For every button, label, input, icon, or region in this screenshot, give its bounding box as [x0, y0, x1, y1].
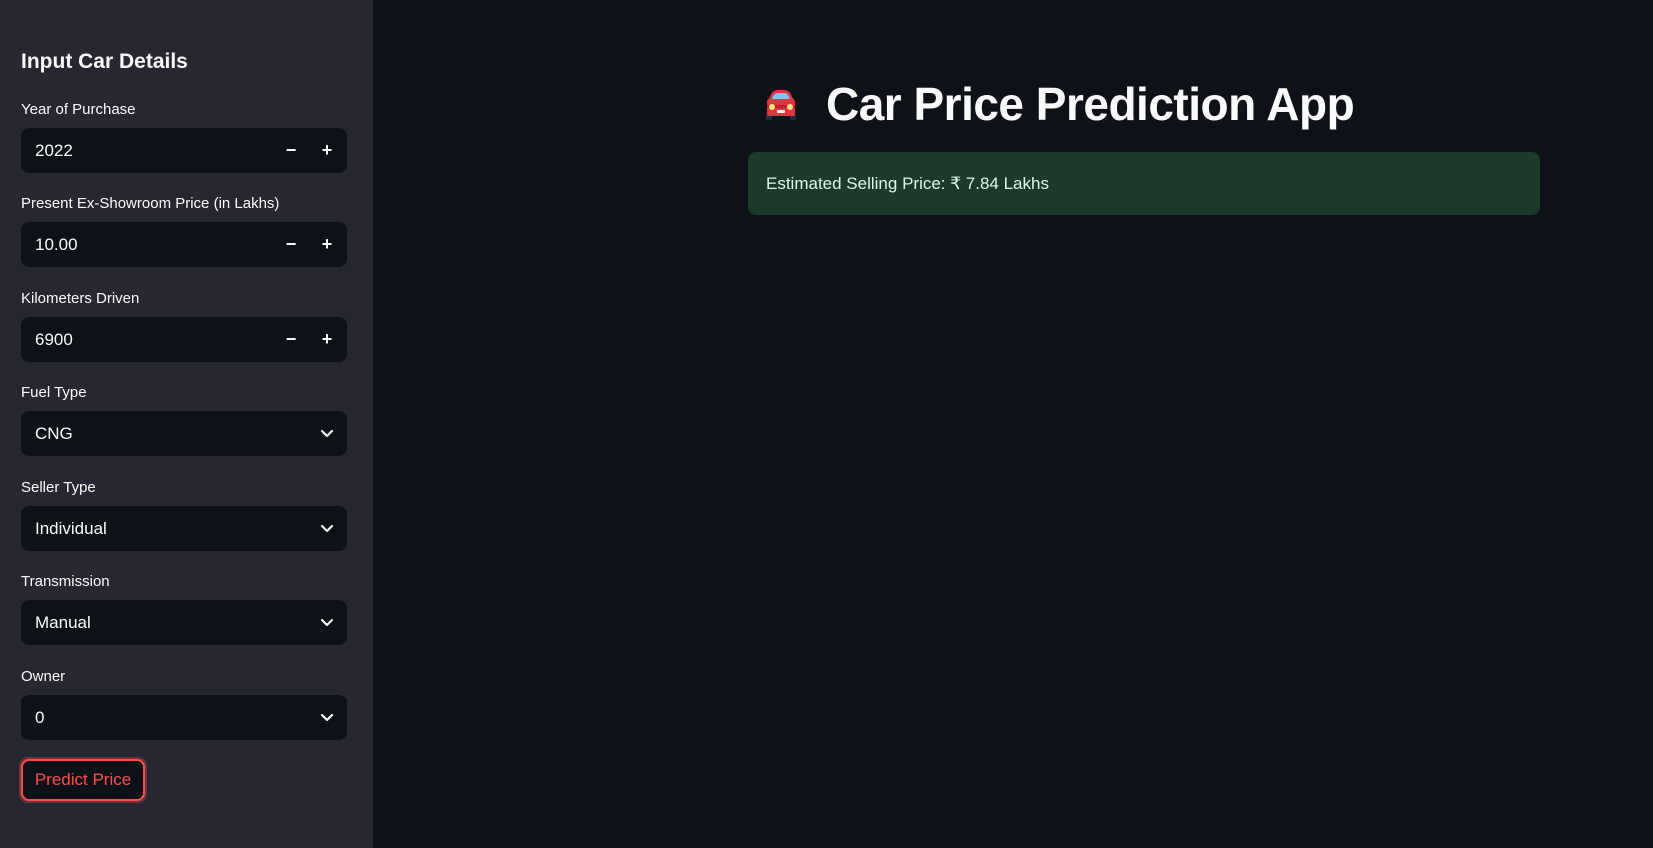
- seller-selected-value: Individual: [35, 518, 107, 538]
- km-increment-button[interactable]: +: [309, 317, 345, 362]
- seller-select[interactable]: Individual: [21, 506, 347, 551]
- km-label: Kilometers Driven: [21, 290, 140, 307]
- predict-price-button[interactable]: Predict Price: [21, 759, 145, 801]
- km-decrement-button[interactable]: −: [273, 317, 309, 362]
- transmission-field: Transmission Manual: [21, 572, 347, 645]
- km-stepper: 6900 − +: [21, 317, 347, 362]
- owner-label: Owner: [21, 668, 66, 685]
- year-stepper: 2022 − +: [21, 128, 347, 173]
- car-icon: [760, 83, 802, 125]
- price-label: Present Ex-Showroom Price (in Lakhs): [21, 195, 280, 212]
- transmission-label: Transmission: [21, 573, 110, 590]
- year-increment-button[interactable]: +: [309, 128, 345, 173]
- page-header: Car Price Prediction App: [760, 74, 1355, 134]
- price-input[interactable]: 10.00: [21, 235, 273, 255]
- chevron-down-icon: [307, 600, 347, 645]
- prediction-result-alert: Estimated Selling Price: ₹ 7.84 Lakhs: [748, 152, 1540, 215]
- seller-label: Seller Type: [21, 479, 96, 496]
- chevron-down-icon: [307, 411, 347, 456]
- page-title: Car Price Prediction App: [826, 78, 1355, 130]
- km-field: Kilometers Driven 6900 − +: [21, 289, 347, 362]
- owner-select[interactable]: 0: [21, 695, 347, 740]
- seller-field: Seller Type Individual: [21, 478, 347, 551]
- fuel-field: Fuel Type CNG: [21, 383, 347, 456]
- year-decrement-button[interactable]: −: [273, 128, 309, 173]
- fuel-label: Fuel Type: [21, 384, 87, 401]
- price-increment-button[interactable]: +: [309, 222, 345, 267]
- owner-field: Owner 0: [21, 667, 347, 740]
- year-input[interactable]: 2022: [21, 141, 273, 161]
- price-field: Present Ex-Showroom Price (in Lakhs) 10.…: [21, 194, 347, 267]
- year-field: Year of Purchase 2022 − +: [21, 100, 347, 173]
- chevron-down-icon: [307, 506, 347, 551]
- fuel-selected-value: CNG: [35, 423, 73, 443]
- year-label: Year of Purchase: [21, 101, 136, 118]
- chevron-down-icon: [307, 695, 347, 740]
- app-root: Input Car Details Year of Purchase 2022 …: [0, 0, 1653, 848]
- km-input[interactable]: 6900: [21, 330, 273, 350]
- owner-selected-value: 0: [35, 707, 45, 727]
- sidebar: Input Car Details Year of Purchase 2022 …: [0, 0, 373, 848]
- price-stepper: 10.00 − +: [21, 222, 347, 267]
- price-decrement-button[interactable]: −: [273, 222, 309, 267]
- fuel-select[interactable]: CNG: [21, 411, 347, 456]
- transmission-select[interactable]: Manual: [21, 600, 347, 645]
- sidebar-title: Input Car Details: [21, 50, 188, 73]
- transmission-selected-value: Manual: [35, 612, 91, 632]
